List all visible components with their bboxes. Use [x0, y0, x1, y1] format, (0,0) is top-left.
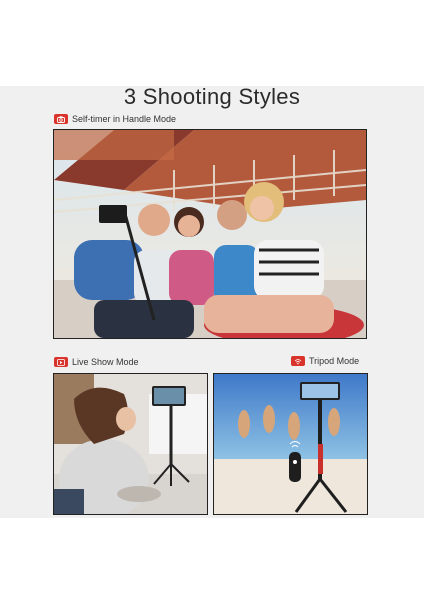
wifi-icon — [291, 356, 305, 366]
selfie-photo — [53, 129, 367, 339]
camera-icon — [54, 114, 68, 124]
label-self-timer-text: Self-timer in Handle Mode — [72, 114, 177, 124]
label-tripod-text: Tripod Mode — [309, 356, 360, 366]
label-tripod: Tripod Mode — [291, 356, 359, 366]
label-self-timer: Self-timer in Handle Mode — [54, 114, 176, 124]
live-show-photo — [53, 373, 208, 515]
label-live-show-text: Live Show Mode — [72, 357, 139, 367]
tripod-photo — [213, 373, 368, 515]
play-icon — [54, 357, 68, 367]
label-live-show: Live Show Mode — [54, 357, 139, 367]
page-title: 3 Shooting Styles — [123, 84, 301, 109]
